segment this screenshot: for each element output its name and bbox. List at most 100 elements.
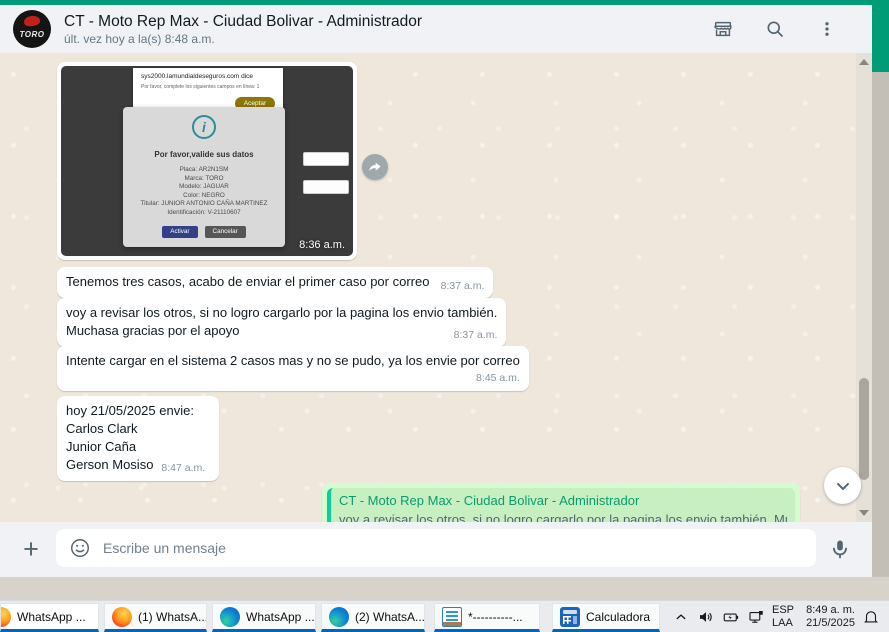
avatar-label: TORO (20, 30, 45, 39)
plus-icon: + (23, 534, 39, 565)
taskbar-button-notepad[interactable]: *----------... (434, 603, 540, 632)
taskbar-button-label: Calculadora (586, 610, 650, 624)
background-window-teal-edge (872, 0, 889, 72)
battery-icon (722, 608, 740, 626)
tray-time: 8:49 a. m. (806, 604, 855, 617)
quoted-message-preview: voy a revisar los otros, si no logro car… (339, 512, 787, 522)
kebab-menu-icon[interactable] (816, 18, 838, 40)
header-actions (712, 18, 838, 40)
image-message-bubble[interactable]: sys2000.lamundialdeseguros.com dice Por … (57, 62, 357, 260)
tray-battery[interactable] (722, 601, 740, 632)
emoji-icon[interactable] (69, 537, 91, 559)
tray-volume[interactable] (697, 601, 715, 632)
scroll-to-bottom-button[interactable] (824, 467, 861, 504)
tray-network[interactable] (747, 601, 765, 632)
outgoing-reply-bubble[interactable]: CT - Moto Rep Max - Ciudad Bolivar - Adm… (322, 483, 800, 522)
language-code: ESP (772, 604, 794, 617)
search-icon[interactable] (764, 18, 786, 40)
form-field (303, 152, 349, 166)
forward-arrow-icon (367, 159, 383, 175)
message-timestamp: 8:37 a.m. (441, 280, 485, 292)
scroll-up-arrow[interactable] (859, 59, 869, 65)
chat-message-area[interactable]: sys2000.lamundialdeseguros.com dice Por … (0, 53, 872, 522)
data-line-modelo: Modelo: JAGUAR (123, 183, 285, 192)
data-line-identificacion: Identificación: V-21110607 (123, 209, 285, 218)
background-window-edge (872, 72, 889, 577)
message-bubble[interactable]: Intente cargar en el sistema 2 casos mas… (57, 346, 529, 391)
form-field (303, 180, 349, 194)
message-timestamp: 8:45 a.m. (66, 372, 520, 384)
taskbar-button-label: (1) WhatsA... (138, 610, 207, 624)
alert-domain-text: sys2000.lamundialdeseguros.com dice (141, 73, 275, 80)
mic-button[interactable] (828, 537, 852, 561)
taskbar-button-edge-whatsapp[interactable]: WhatsApp ... (212, 603, 316, 632)
edge-icon (220, 607, 240, 627)
scrollbar-thumb[interactable] (859, 378, 869, 480)
modal-buttons: Activar Cancelar (123, 226, 285, 238)
tray-date: 21/5/2025 (806, 617, 855, 630)
bell-icon (862, 608, 880, 626)
message-bubble[interactable]: voy a revisar los otros, si no logro car… (57, 298, 506, 347)
speaker-icon (697, 608, 715, 626)
quoted-message[interactable]: CT - Moto Rep Max - Ciudad Bolivar - Adm… (327, 488, 795, 522)
activar-button: Activar (162, 226, 197, 238)
scroll-down-arrow[interactable] (859, 510, 869, 516)
info-icon: i (192, 115, 216, 139)
taskbar-button-edge-whatsapp2[interactable]: (2) WhatsA... (321, 603, 425, 632)
language-indicator[interactable]: ESP LAA (772, 601, 794, 632)
tray-show-hidden-icons[interactable] (672, 601, 690, 632)
chat-scrollbar[interactable] (856, 53, 872, 522)
header-texts[interactable]: CT - Moto Rep Max - Ciudad Bolivar - Adm… (64, 12, 422, 47)
message-text: Tenemos tres casos, acabo de enviar el p… (66, 274, 429, 289)
taskbar-button-label: WhatsApp ... (246, 610, 315, 624)
taskbar-button-label: (2) WhatsA... (355, 610, 425, 624)
cancelar-button: Cancelar (205, 226, 246, 238)
message-text: Intente cargar en el sistema 2 casos mas… (66, 353, 520, 368)
data-line-titular: Titular: JUNIOR ANTONIO CAÑA MARTINEZ (123, 200, 285, 209)
keyboard-layout: LAA (772, 617, 794, 630)
taskbar-button-label: WhatsApp ... (17, 610, 86, 624)
data-line-placa: Placa: AR2N1SM (123, 166, 285, 175)
taskbar-button-firefox-whatsapp[interactable]: (1) WhatsA... (104, 603, 207, 632)
chat-header: TORO CT - Moto Rep Max - Ciudad Bolivar … (0, 5, 872, 53)
message-bubble[interactable]: hoy 21/05/2025 envie: Carlos Clark Junio… (57, 396, 219, 481)
network-ethernet-icon (747, 608, 765, 626)
chat-title: CT - Moto Rep Max - Ciudad Bolivar - Adm… (64, 12, 422, 31)
message-composer: + Escribe un mensaje (0, 522, 872, 577)
taskbar-button-whatsapp-active[interactable]: WhatsApp ... (0, 603, 99, 632)
attach-button[interactable]: + (18, 531, 44, 567)
taskbar-button-label: *----------... (468, 610, 523, 624)
toro-logo-icon (23, 15, 40, 27)
alert-body-text: Por favor, complete los siguientes campo… (141, 84, 275, 90)
message-timestamp: 8:37 a.m. (454, 329, 498, 341)
chevron-up-icon (672, 608, 690, 626)
avatar[interactable]: TORO (13, 10, 51, 48)
message-timestamp: 8:47 a.m. (161, 462, 205, 474)
message-input[interactable]: Escribe un mensaje (56, 529, 816, 567)
calculator-icon (560, 607, 580, 627)
edge-icon (329, 607, 349, 627)
modal-title: Por favor,valide sus datos (123, 150, 285, 159)
firefox-icon (0, 607, 11, 627)
quoted-sender-name: CT - Moto Rep Max - Ciudad Bolivar - Adm… (339, 493, 787, 508)
notepad-icon (442, 607, 462, 627)
action-center[interactable] (862, 601, 880, 632)
clock[interactable]: 8:49 a. m. 21/5/2025 (800, 601, 855, 632)
chevron-down-icon (833, 476, 853, 496)
desktop-gap-strip (0, 577, 889, 600)
message-text: voy a revisar los otros, si no logro car… (66, 305, 497, 338)
input-placeholder: Escribe un mensaje (103, 540, 226, 556)
microphone-icon (828, 537, 852, 561)
taskbar-button-calculator[interactable]: Calculadora (552, 603, 660, 632)
message-bubble[interactable]: Tenemos tres casos, acabo de enviar el p… (57, 267, 493, 298)
last-seen-status: últ. vez hoy a la(s) 8:48 a.m. (64, 32, 422, 47)
storefront-icon[interactable] (712, 18, 734, 40)
windows-taskbar: WhatsApp ... (1) WhatsA... WhatsApp ... … (0, 600, 889, 632)
screenshot-image[interactable]: sys2000.lamundialdeseguros.com dice Por … (61, 66, 353, 256)
data-line-marca: Marca: TORO (123, 175, 285, 184)
vehicle-data-lines: Placa: AR2N1SM Marca: TORO Modelo: JAGUA… (123, 166, 285, 218)
validation-modal: i Por favor,valide sus datos Placa: AR2N… (123, 107, 285, 247)
message-timestamp: 8:36 a.m. (299, 239, 345, 251)
firefox-icon (112, 607, 132, 627)
forward-message-button[interactable] (362, 154, 388, 180)
